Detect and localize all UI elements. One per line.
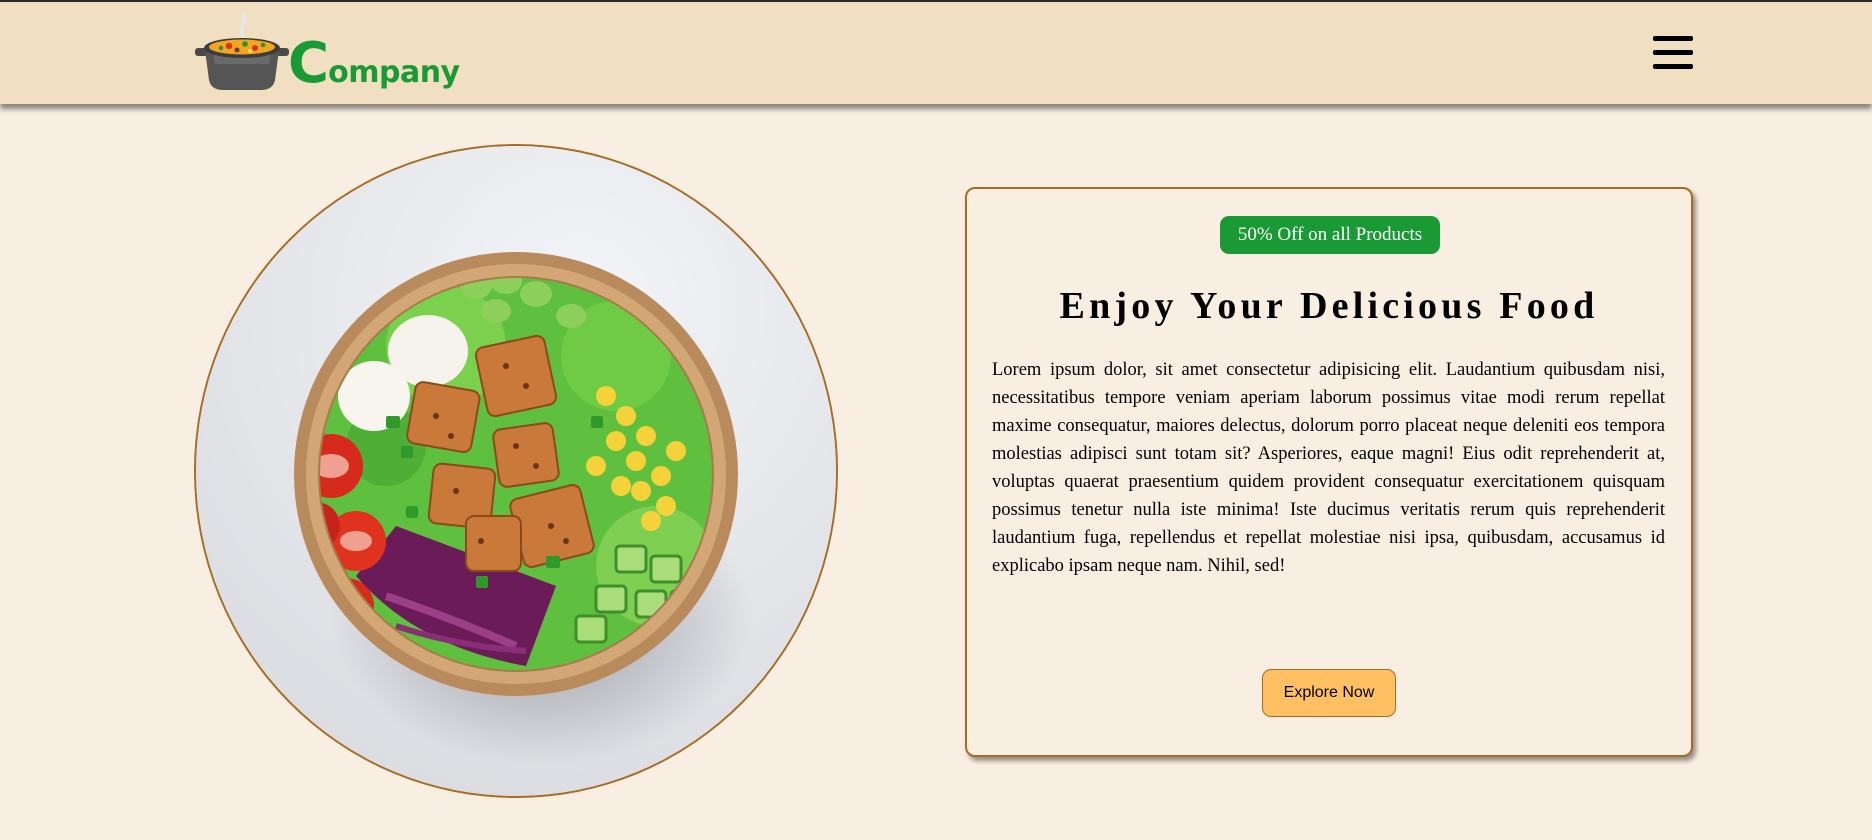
- site-header: Company: [0, 0, 1872, 104]
- card-title: Enjoy Your Delicious Food: [1059, 285, 1599, 327]
- logo-name: ompany: [328, 55, 460, 90]
- promo-card: 50% Off on all Products Enjoy Your Delic…: [965, 187, 1693, 757]
- salad-bowl-image: [194, 144, 838, 798]
- card-description: Lorem ipsum dolor, sit amet consectetur …: [992, 360, 1665, 576]
- logo-wordmark: Company: [288, 36, 460, 92]
- menu-bar-top: [1653, 36, 1693, 41]
- menu-bar-middle: [1653, 50, 1693, 55]
- hamburger-menu-icon[interactable]: [1653, 34, 1697, 72]
- explore-now-button[interactable]: Explore Now: [1262, 669, 1396, 717]
- salad-bowl-illustration: [196, 146, 836, 796]
- company-logo[interactable]: Company: [193, 8, 460, 96]
- soup-pot-icon: [195, 14, 289, 90]
- discount-badge: 50% Off on all Products: [1220, 216, 1440, 254]
- menu-bar-bottom: [1653, 64, 1693, 69]
- logo-initial: C: [288, 31, 329, 96]
